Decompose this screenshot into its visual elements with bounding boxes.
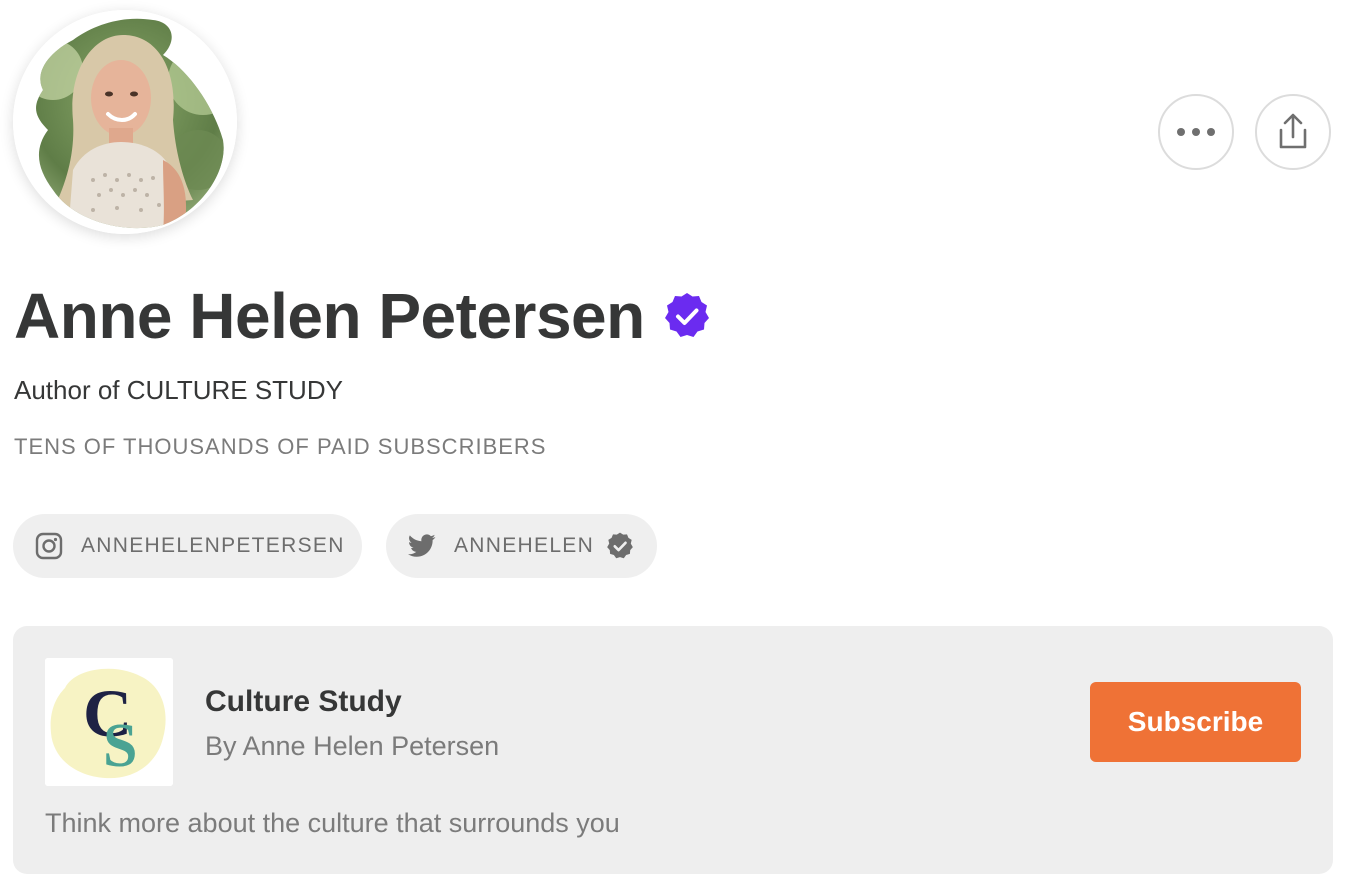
avatar-photo [13, 10, 237, 234]
instagram-link[interactable]: ANNEHELENPETERSEN [13, 514, 362, 578]
profile-bio: Author of CULTURE STUDY [14, 375, 343, 405]
subscribe-button[interactable]: Subscribe [1090, 682, 1301, 762]
twitter-link[interactable]: ANNEHELEN [386, 514, 657, 578]
subscriber-count: TENS OF THOUSANDS OF PAID SUBSCRIBERS [14, 434, 547, 459]
twitter-icon [408, 534, 436, 558]
publication-description: Think more about the culture that surrou… [45, 808, 620, 838]
instagram-icon [35, 532, 63, 560]
share-button[interactable] [1255, 94, 1331, 170]
svg-text:S: S [103, 712, 137, 780]
avatar[interactable] [13, 10, 237, 234]
profile-page: Anne Helen Petersen Author of CULTURE ST… [0, 0, 1350, 890]
verified-badge-icon [664, 293, 709, 337]
publication-title[interactable]: Culture Study [205, 684, 402, 720]
publication-author: By Anne Helen Petersen [205, 731, 500, 761]
publication-card[interactable]: C S Culture Study By Anne Helen Petersen… [13, 626, 1333, 874]
twitter-handle: ANNEHELEN [454, 534, 595, 557]
culture-study-logo-icon: C S [45, 658, 173, 786]
profile-name-row: Anne Helen Petersen [14, 278, 711, 354]
more-options-button[interactable] [1158, 94, 1234, 170]
instagram-handle: ANNEHELENPETERSEN [81, 534, 345, 557]
more-icon [1177, 128, 1215, 136]
share-icon [1279, 113, 1307, 149]
profile-name: Anne Helen Petersen [14, 280, 645, 352]
verified-icon [606, 532, 634, 560]
publication-logo[interactable]: C S [45, 658, 173, 786]
